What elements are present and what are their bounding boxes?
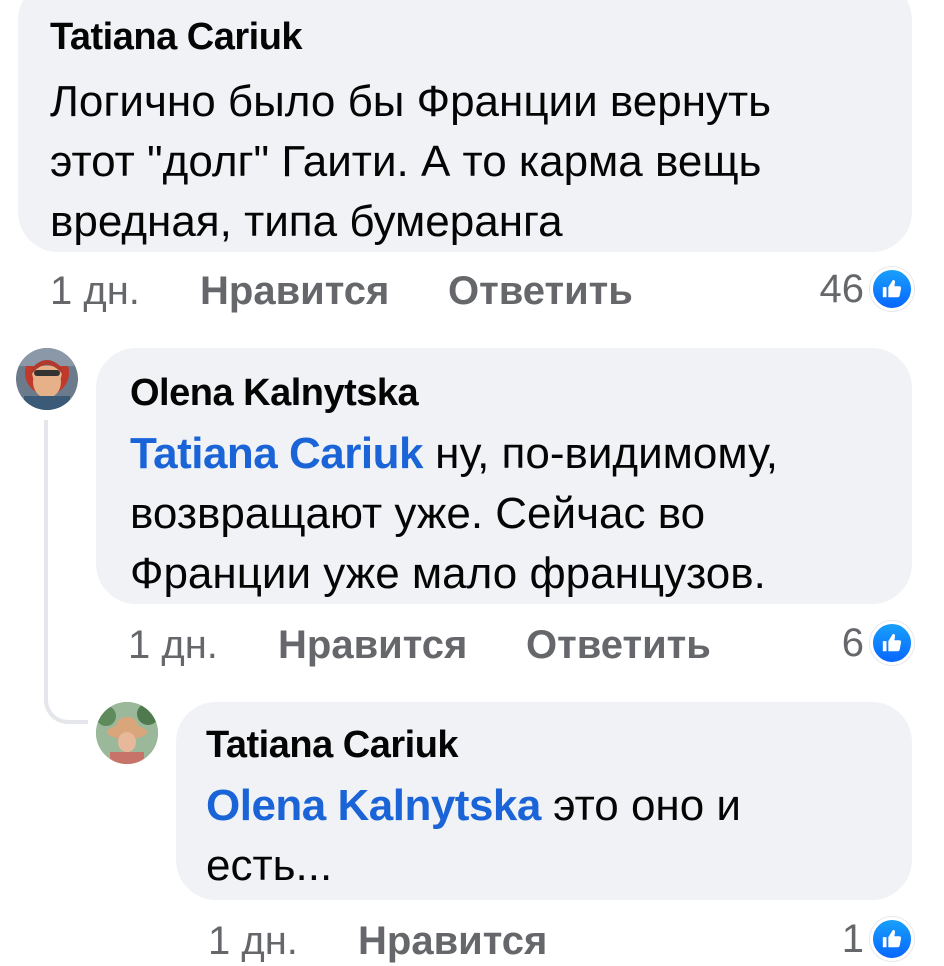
comment-actions: 1 дн. Нравится xyxy=(208,916,708,966)
comment-author[interactable]: Olena Kalnytska xyxy=(130,370,912,416)
comment-time[interactable]: 1 дн. xyxy=(208,916,298,966)
comment-bubble: Tatiana Cariuk Логично было бы Франции в… xyxy=(18,0,912,252)
reaction-summary[interactable]: 6 xyxy=(842,618,914,668)
thumbs-up-icon xyxy=(870,267,914,311)
like-button[interactable]: Нравится xyxy=(358,916,547,966)
reply-bubble: Olena Kalnytska Tatiana Cariuk ну, по-ви… xyxy=(96,348,912,604)
reaction-count: 46 xyxy=(819,266,865,311)
comment-time[interactable]: 1 дн. xyxy=(128,620,218,670)
comment-actions: 1 дн. Нравится Ответить xyxy=(50,266,650,316)
thumbs-up-icon xyxy=(870,621,914,665)
reaction-summary[interactable]: 1 xyxy=(842,914,914,964)
comment-author[interactable]: Tatiana Cariuk xyxy=(50,14,912,60)
like-button[interactable]: Нравится xyxy=(278,620,467,670)
reaction-count: 1 xyxy=(841,916,864,961)
thumbs-up-icon xyxy=(870,917,914,961)
comment-author[interactable]: Tatiana Cariuk xyxy=(206,722,912,768)
reply-button[interactable]: Ответить xyxy=(526,620,711,670)
avatar[interactable] xyxy=(96,702,158,764)
like-button[interactable]: Нравится xyxy=(200,266,389,316)
mention-link[interactable]: Tatiana Cariuk xyxy=(130,429,423,478)
comment-actions: 1 дн. Нравится Ответить xyxy=(128,620,748,670)
comment-text: Tatiana Cariuk ну, по-видимому, возвраща… xyxy=(130,429,778,598)
reaction-summary[interactable]: 46 xyxy=(819,264,914,314)
comment-text: Логично было бы Франции вернуть этот "до… xyxy=(50,77,772,246)
reply-button[interactable]: Ответить xyxy=(448,266,633,316)
mention-link[interactable]: Olena Kalnytska xyxy=(206,781,541,830)
comment-time[interactable]: 1 дн. xyxy=(50,266,140,316)
avatar[interactable] xyxy=(16,348,78,410)
reaction-count: 6 xyxy=(841,620,864,665)
thread-line xyxy=(44,420,88,724)
reply-bubble: Tatiana Cariuk Olena Kalnytska это оно и… xyxy=(176,702,912,900)
comment-text: Olena Kalnytska это оно и есть... xyxy=(206,781,741,890)
